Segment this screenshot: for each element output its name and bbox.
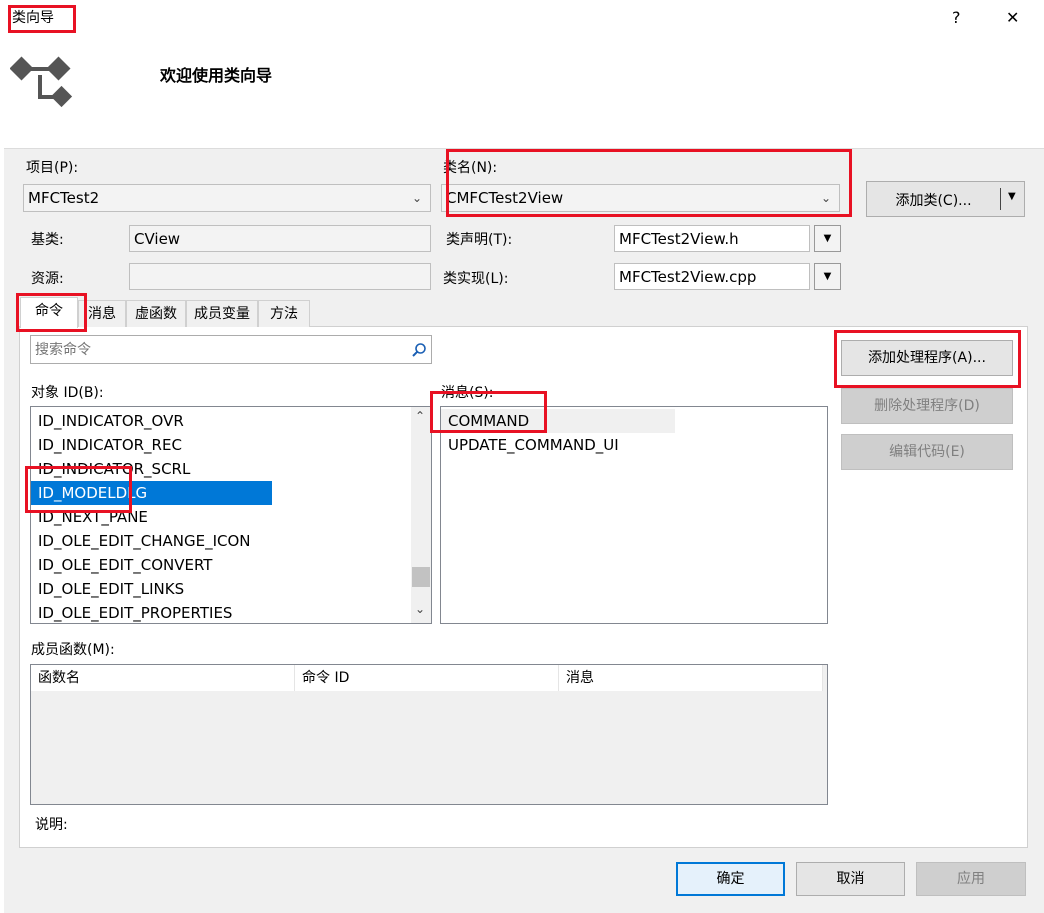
resource-field bbox=[129, 263, 431, 290]
project-combo[interactable]: MFCTest2 ⌄ bbox=[23, 184, 431, 212]
vertical-scrollbar[interactable]: ⌃ ⌄ bbox=[411, 407, 431, 623]
object-id-list[interactable]: ID_INDICATOR_OVR ID_INDICATOR_REC ID_IND… bbox=[30, 406, 432, 624]
resource-label: 资源: bbox=[31, 271, 64, 287]
search-input[interactable] bbox=[33, 339, 407, 361]
base-class-field: CView bbox=[129, 225, 431, 252]
column-header-function-name[interactable]: 函数名 bbox=[31, 665, 295, 691]
delete-handler-button[interactable]: 删除处理程序(D) bbox=[841, 388, 1013, 424]
search-icon[interactable] bbox=[411, 342, 427, 358]
list-item[interactable]: ID_OLE_EDIT_CHANGE_ICON bbox=[31, 529, 409, 553]
object-id-label: 对象 ID(B): bbox=[31, 385, 104, 401]
scroll-down-arrow-icon[interactable]: ⌄ bbox=[415, 602, 425, 616]
ok-button[interactable]: 确定 bbox=[676, 862, 785, 896]
messages-list[interactable]: COMMAND UPDATE_COMMAND_UI bbox=[440, 406, 828, 624]
add-class-label: 添加类(C)... bbox=[895, 193, 972, 209]
column-header-message[interactable]: 消息 bbox=[559, 665, 823, 691]
help-button[interactable]: ? bbox=[952, 8, 961, 27]
caret-down-icon[interactable]: ▼ bbox=[1008, 191, 1016, 202]
class-decl-label: 类声明(T): bbox=[446, 232, 513, 248]
highlight-commands-tab bbox=[16, 293, 87, 332]
list-item[interactable]: ID_OLE_EDIT_CONVERT bbox=[31, 553, 409, 577]
highlight-class-name bbox=[446, 149, 852, 217]
highlight-window-title bbox=[8, 5, 76, 33]
tab-member-variables[interactable]: 成员变量 bbox=[186, 300, 258, 327]
description-label: 说明: bbox=[35, 817, 68, 833]
split-divider bbox=[1000, 188, 1001, 210]
highlight-command-message bbox=[430, 391, 547, 433]
class-wizard-icon bbox=[10, 56, 73, 108]
class-impl-dropdown-button[interactable]: ▼ bbox=[814, 263, 841, 290]
list-item[interactable]: ID_OLE_EDIT_PROPERTIES bbox=[31, 601, 409, 623]
list-item[interactable]: ID_INDICATOR_REC bbox=[31, 433, 409, 457]
highlight-selected-id bbox=[25, 466, 132, 513]
member-functions-label: 成员函数(M): bbox=[31, 642, 115, 658]
highlight-add-handler bbox=[834, 330, 1021, 388]
tab-virtual-functions[interactable]: 虚函数 bbox=[126, 300, 186, 327]
list-item[interactable]: ID_OLE_EDIT_LINKS bbox=[31, 577, 409, 601]
base-class-label: 基类: bbox=[31, 232, 64, 248]
search-box[interactable] bbox=[30, 335, 432, 364]
project-label: 项目(P): bbox=[26, 160, 79, 176]
chevron-down-icon: ⌄ bbox=[411, 191, 422, 205]
project-value: MFCTest2 bbox=[28, 189, 100, 207]
member-functions-table[interactable]: 函数名 命令 ID 消息 bbox=[30, 664, 828, 805]
list-item[interactable]: ID_INDICATOR_OVR bbox=[31, 409, 409, 433]
apply-button[interactable]: 应用 bbox=[916, 862, 1026, 896]
add-class-button[interactable]: 添加类(C)... ▼ bbox=[866, 181, 1025, 217]
column-header-command-id[interactable]: 命令 ID bbox=[295, 665, 559, 691]
scroll-up-arrow-icon[interactable]: ⌃ bbox=[415, 409, 425, 423]
list-item[interactable]: UPDATE_COMMAND_UI bbox=[441, 433, 827, 457]
table-header: 函数名 命令 ID 消息 bbox=[31, 665, 823, 691]
close-button[interactable]: ✕ bbox=[1006, 8, 1019, 27]
class-impl-label: 类实现(L): bbox=[443, 271, 509, 287]
class-decl-field[interactable]: MFCTest2View.h bbox=[614, 225, 810, 252]
tab-methods[interactable]: 方法 bbox=[258, 300, 310, 327]
cancel-button[interactable]: 取消 bbox=[796, 862, 905, 896]
scroll-thumb[interactable] bbox=[412, 567, 430, 587]
welcome-heading: 欢迎使用类向导 bbox=[160, 66, 273, 85]
class-impl-field[interactable]: MFCTest2View.cpp bbox=[614, 263, 810, 290]
class-decl-dropdown-button[interactable]: ▼ bbox=[814, 225, 841, 252]
edit-code-button[interactable]: 编辑代码(E) bbox=[841, 434, 1013, 470]
